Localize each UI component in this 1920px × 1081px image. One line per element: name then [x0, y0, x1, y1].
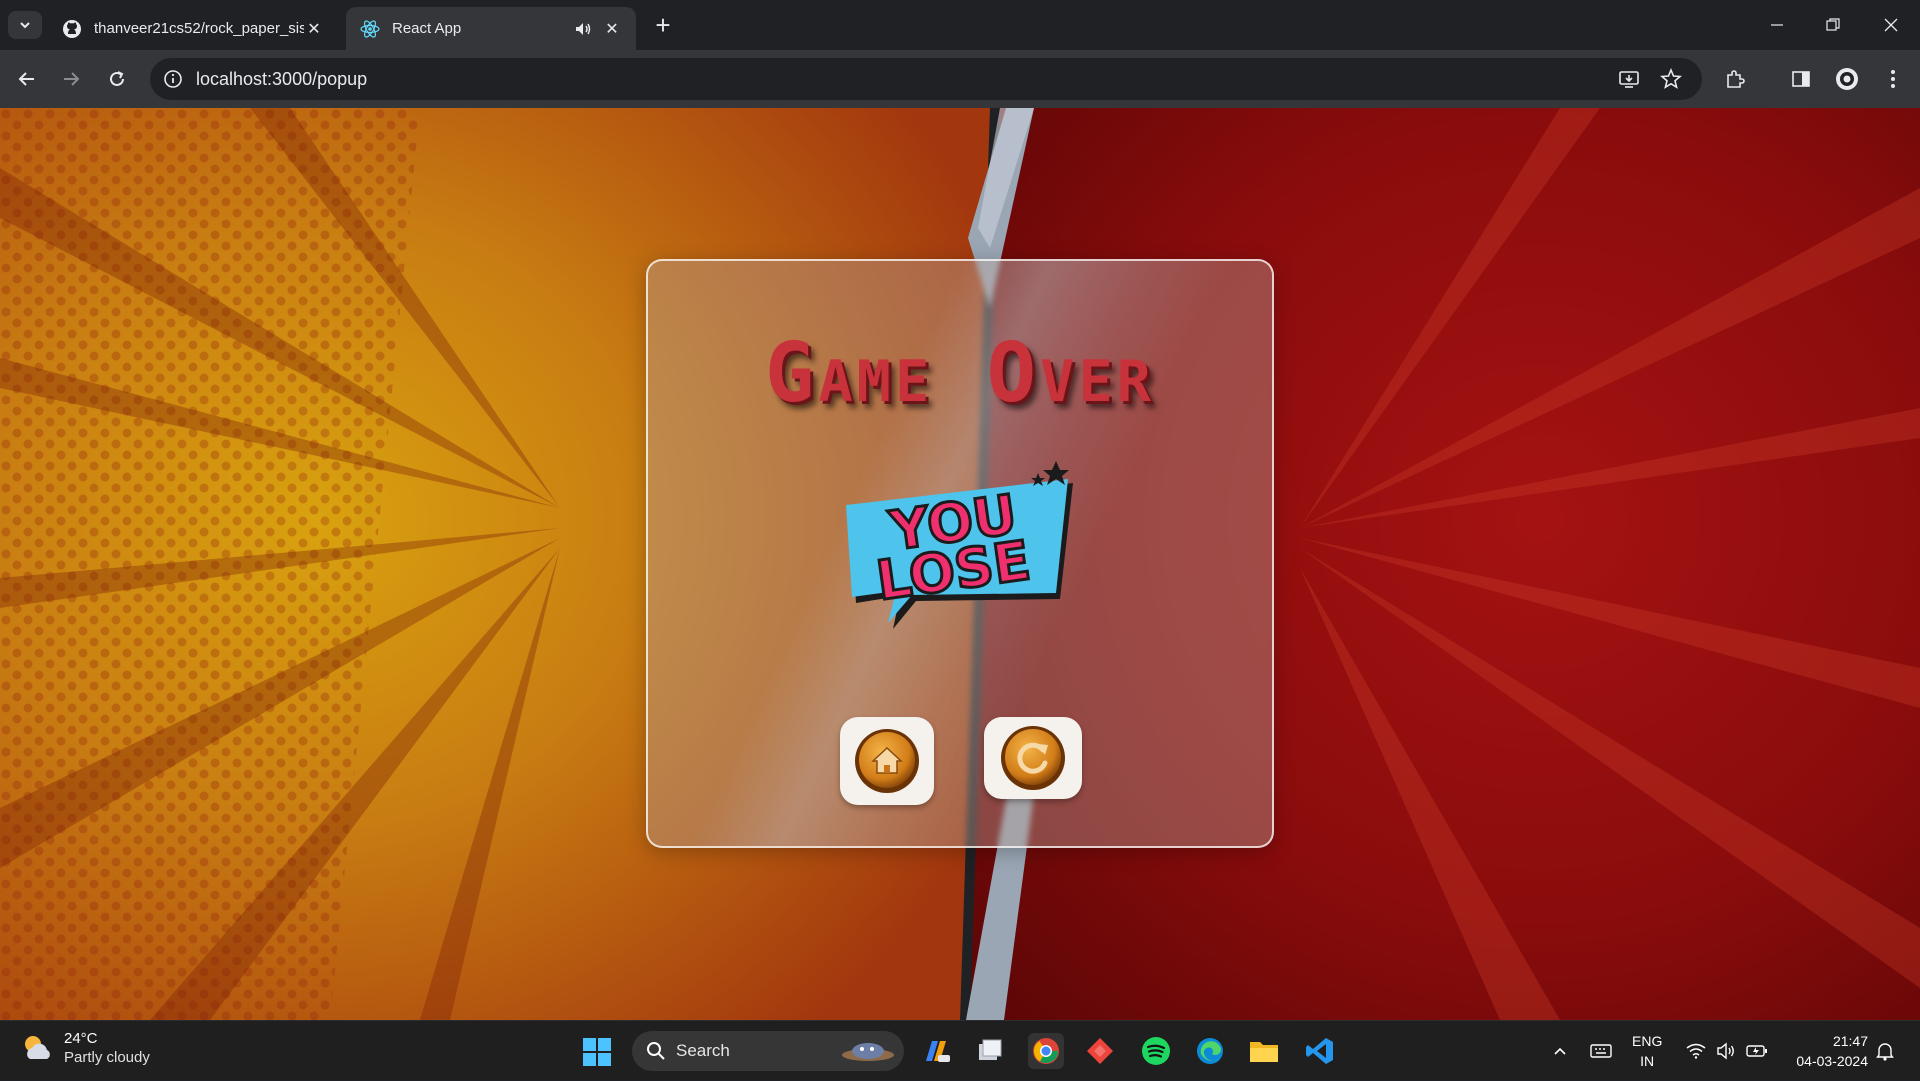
chevron-up-icon: [1554, 1047, 1566, 1055]
tab-search-button[interactable]: [8, 11, 42, 39]
extensions-icon[interactable]: [1722, 66, 1748, 92]
keyboard-icon[interactable]: [1590, 1021, 1612, 1081]
partly-cloudy-icon: [25, 1036, 50, 1059]
minimize-icon[interactable]: [1762, 10, 1792, 40]
browser-tab-bar: thanveer21cs52/rock_paper_sis ✕ React Ap…: [0, 0, 1920, 50]
you-lose-sticker: YOU LOSE: [846, 461, 1073, 629]
replay-button[interactable]: [984, 717, 1082, 799]
search-icon: [647, 1042, 665, 1060]
copilot-icon[interactable]: [918, 1033, 954, 1069]
lang-line1: ENG: [1632, 1033, 1663, 1049]
bookmark-star-icon[interactable]: [1660, 68, 1682, 90]
show-hidden-icons[interactable]: [1552, 1021, 1568, 1081]
close-tab-icon[interactable]: ✕: [304, 19, 324, 39]
url-text[interactable]: localhost:3000/popup: [196, 69, 367, 90]
reload-icon[interactable]: [102, 64, 132, 94]
home-icon: [855, 729, 919, 793]
forward-icon[interactable]: [56, 64, 86, 94]
react-icon: [360, 19, 380, 39]
wifi-icon[interactable]: [1686, 1021, 1706, 1081]
anydesk-icon[interactable]: [1082, 1033, 1118, 1069]
game-over-title: Game Over: [764, 326, 1155, 421]
notifications-bell-icon[interactable]: [1876, 1021, 1894, 1081]
tab-react-app[interactable]: React App ✕: [346, 7, 636, 50]
install-app-icon[interactable]: [1618, 68, 1640, 90]
menu-kebab-icon[interactable]: [1880, 66, 1906, 92]
clock-date: 04-03-2024: [1796, 1053, 1868, 1069]
weather-widget[interactable]: 24°C Partly cloudy: [20, 1029, 150, 1067]
side-panel-icon[interactable]: [1788, 66, 1814, 92]
search-label: Search: [676, 1041, 730, 1060]
back-icon[interactable]: [12, 64, 42, 94]
home-button[interactable]: [840, 717, 934, 805]
speaker-icon[interactable]: [574, 20, 592, 38]
tab-github[interactable]: thanveer21cs52/rock_paper_sis ✕: [48, 7, 338, 50]
profile-avatar-icon[interactable]: [1834, 66, 1860, 92]
replay-icon: [1001, 726, 1065, 790]
spotify-icon[interactable]: [1138, 1033, 1174, 1069]
close-window-icon[interactable]: [1876, 10, 1906, 40]
windows-start-icon[interactable]: [582, 1037, 612, 1067]
close-tab-icon[interactable]: ✕: [602, 19, 622, 39]
address-bar[interactable]: localhost:3000/popup: [150, 58, 1702, 100]
volume-icon[interactable]: [1716, 1021, 1736, 1081]
new-tab-button[interactable]: +: [650, 12, 676, 39]
edge-icon[interactable]: [1192, 1033, 1228, 1069]
github-icon: [62, 19, 82, 39]
battery-icon[interactable]: [1746, 1021, 1768, 1081]
search-highlight-icon: [842, 1043, 894, 1061]
file-explorer-icon[interactable]: [1246, 1033, 1282, 1069]
vscode-icon[interactable]: [1302, 1033, 1338, 1069]
chevron-down-icon: [20, 22, 30, 29]
game-over-popup: Game Over YOU LOSE: [646, 259, 1274, 848]
system-clock[interactable]: 21:47 04-03-2024: [1796, 1031, 1868, 1071]
clock-time: 21:47: [1832, 1033, 1868, 1049]
task-view-icon[interactable]: [972, 1033, 1008, 1069]
language-indicator[interactable]: ENG IN: [1632, 1031, 1662, 1071]
windows-taskbar: 24°C Partly cloudy Search ENG IN 21:47 0…: [0, 1020, 1920, 1080]
tab-title: React App: [392, 20, 462, 37]
tab-title: thanveer21cs52/rock_paper_sis: [94, 20, 304, 37]
site-info-icon[interactable]: [162, 68, 184, 90]
weather-temp: 24°C: [64, 1030, 98, 1047]
weather-desc: Partly cloudy: [64, 1049, 150, 1066]
page-viewport: Game Over YOU LOSE: [0, 108, 1920, 1020]
taskbar-search[interactable]: Search: [632, 1031, 904, 1071]
restore-icon[interactable]: [1818, 10, 1848, 40]
lang-line2: IN: [1640, 1053, 1655, 1069]
chrome-icon[interactable]: [1028, 1033, 1064, 1069]
browser-toolbar: localhost:3000/popup: [0, 50, 1920, 108]
